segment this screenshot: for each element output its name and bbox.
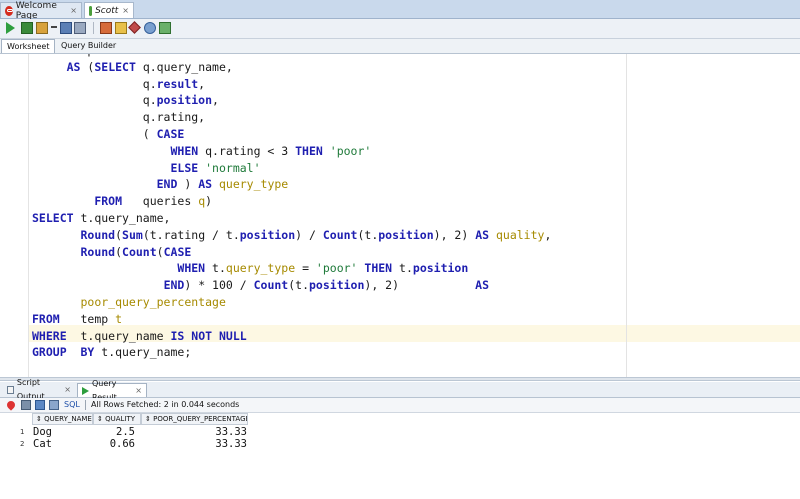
close-icon[interactable]: × <box>64 383 71 397</box>
close-icon[interactable]: × <box>70 6 77 15</box>
sql-tuning-advisor-icon[interactable] <box>115 22 127 34</box>
oracle-icon <box>5 5 13 16</box>
document-tab-bar: Welcome Page × Scott × <box>0 0 800 21</box>
result-toolbar: SQL All Rows Fetched: 2 in 0.044 seconds <box>0 398 800 413</box>
tab-label: Scott <box>95 5 119 16</box>
fetch-status: All Rows Fetched: 2 in 0.044 seconds <box>91 400 240 409</box>
explain-plan-icon[interactable] <box>74 22 86 34</box>
editor-gutter <box>0 54 29 377</box>
tab-label: Welcome Page <box>15 0 57 21</box>
database-connection-icon <box>89 5 93 16</box>
commit-icon[interactable] <box>36 22 48 34</box>
script-output-icon <box>7 386 14 394</box>
table-cell[interactable]: 2.5 <box>93 427 135 438</box>
clear-icon[interactable] <box>128 21 141 34</box>
chevron-down-icon[interactable] <box>51 26 57 30</box>
run-script-icon[interactable] <box>21 22 33 34</box>
refresh-icon[interactable] <box>35 400 45 410</box>
format-icon[interactable] <box>159 22 171 34</box>
tab-script-output[interactable]: Script Output × <box>3 378 75 401</box>
autotrace-icon[interactable] <box>100 22 112 34</box>
query-result-icon <box>82 386 89 395</box>
print-icon[interactable] <box>21 400 31 410</box>
sql-editor[interactable]: WITH temp AS (SELECT q.query_name, q.res… <box>0 54 800 377</box>
tab-scott[interactable]: Scott × <box>84 2 134 18</box>
close-icon[interactable]: × <box>122 6 129 15</box>
toolbar-separator <box>85 400 86 410</box>
table-cell[interactable]: 0.66 <box>93 439 135 450</box>
right-margin-line <box>626 54 627 377</box>
column-header[interactable]: ⇕ QUERY_NAME <box>32 413 93 425</box>
table-cell[interactable]: Cat <box>33 439 52 450</box>
worksheet-toolbar <box>0 19 800 39</box>
sort-icon: ⇕ <box>97 415 103 423</box>
export-icon[interactable] <box>49 400 59 410</box>
table-cell[interactable]: 33.33 <box>141 439 247 450</box>
table-cell[interactable]: 33.33 <box>141 427 247 438</box>
column-header[interactable]: ⇕ POOR_QUERY_PERCENTAGE <box>141 413 248 425</box>
tab-query-builder[interactable]: Query Builder <box>56 39 121 53</box>
rollback-icon[interactable] <box>60 22 72 34</box>
table-cell[interactable]: Dog <box>33 427 52 438</box>
output-tab-bar: Script Output × Query Result × <box>0 378 800 402</box>
close-icon[interactable]: × <box>135 384 142 398</box>
worksheet-subtabs: Worksheet Query Builder <box>0 39 800 54</box>
run-statement-icon[interactable] <box>6 22 15 34</box>
row-number: 2 <box>20 440 25 448</box>
sql-code[interactable]: WITH temp AS (SELECT q.query_name, q.res… <box>32 54 551 361</box>
sort-icon: ⇕ <box>145 415 151 423</box>
sort-icon: ⇕ <box>36 415 42 423</box>
history-icon[interactable] <box>144 22 156 34</box>
row-number: 1 <box>20 428 25 436</box>
tab-welcome-page[interactable]: Welcome Page × <box>0 0 82 21</box>
result-grid: ⇕ QUERY_NAME ⇕ QUALITY ⇕ POOR_QUERY_PERC… <box>0 413 800 499</box>
tab-query-result[interactable]: Query Result × <box>77 379 147 402</box>
column-header[interactable]: ⇕ QUALITY <box>93 413 141 425</box>
tab-worksheet[interactable]: Worksheet <box>1 39 56 53</box>
sql-link[interactable]: SQL <box>64 398 80 412</box>
pin-icon[interactable] <box>5 399 17 411</box>
toolbar-separator <box>93 22 94 34</box>
